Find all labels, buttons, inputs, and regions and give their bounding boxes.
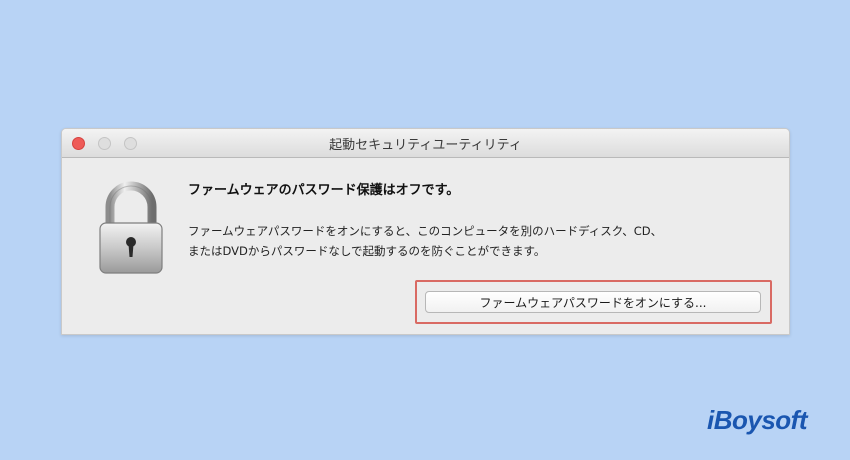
description-line-1: ファームウェアパスワードをオンにすると、このコンピュータを別のハードディスク、C… [188, 224, 663, 238]
title-bar: 起動セキュリティユーティリティ [62, 129, 789, 158]
iboysoft-watermark: iBoysoft [707, 405, 808, 435]
lock-icon [99, 181, 163, 274]
turn-on-firmware-password-button[interactable]: ファームウェアパスワードをオンにする... [425, 291, 761, 313]
window-title: 起動セキュリティユーティリティ [329, 138, 522, 153]
description-text: ファームウェアパスワードをオンにすると、このコンピュータを別のハードディスク、C… [188, 221, 662, 261]
description-line-2: またはDVDからパスワードなしで起動するのを防ぐことができます。 [188, 244, 546, 258]
status-heading: ファームウェアのパスワード保護はオフです。 [188, 183, 460, 198]
startup-security-window: 起動セキュリティユーティリティ ファームウェアのパスワード保護はオフです。 ファ… [61, 128, 790, 335]
